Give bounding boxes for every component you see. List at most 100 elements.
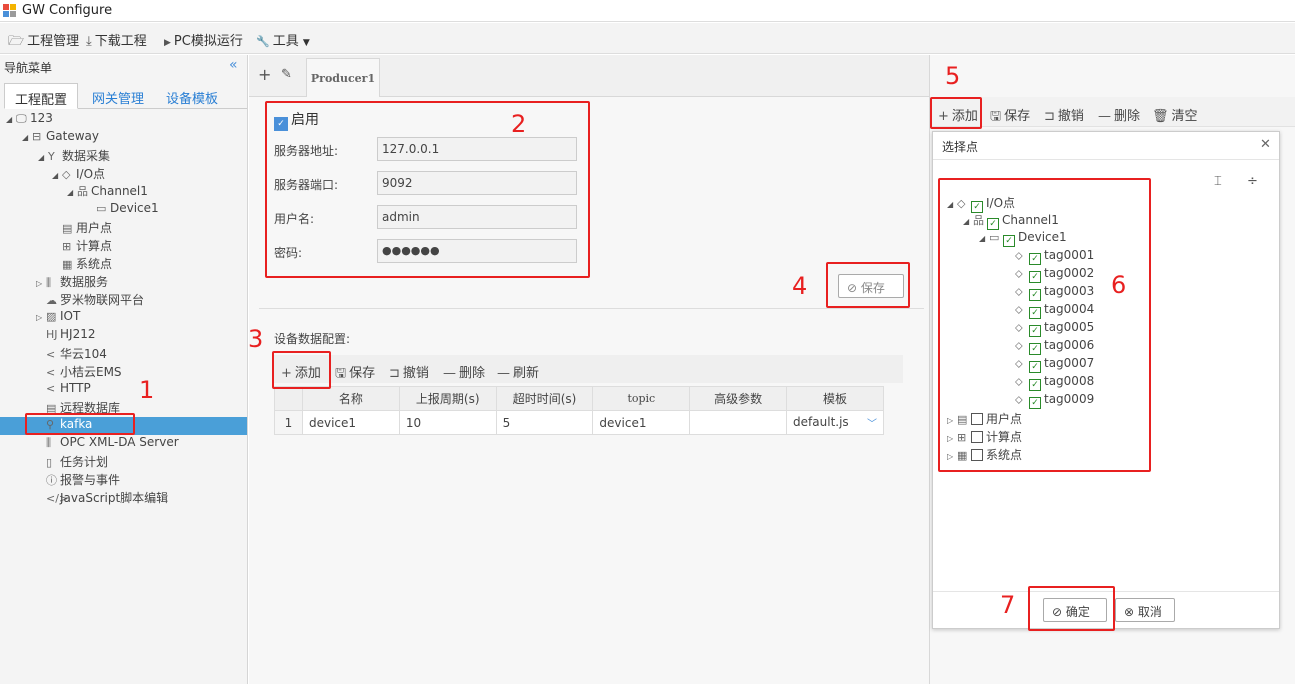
tree-expander-icon[interactable]: ▷ <box>36 313 46 322</box>
tree-node[interactable]: HJ HJ212 <box>36 327 95 345</box>
add-tab-icon[interactable]: + <box>258 65 271 84</box>
tree-node[interactable]: ▦ 系统点 <box>52 255 112 273</box>
collapse-sidebar-icon[interactable]: « <box>229 57 238 73</box>
tree-node[interactable]: ◢ ◇ I/O点 <box>52 165 105 183</box>
table-cell[interactable]: device1 <box>301 410 400 435</box>
tab-producer1[interactable]: Producer1 <box>306 58 380 97</box>
tree-expander-icon[interactable]: ▷ <box>36 279 46 288</box>
column-header[interactable]: 超时时间(s) <box>495 386 594 411</box>
tree-node[interactable]: ◢ 品 Channel1 <box>67 183 148 201</box>
tab-device-templates[interactable]: 设备模板 <box>156 83 228 109</box>
sidebar: 导航菜单 « 工程配置 网关管理 设备模板 ◢ 🖵 123 ◢ ⊟ Gateway ◢ Y 数据… <box>0 55 248 684</box>
table-row[interactable]: 1 device1 10 5 device1 default.js ﹀ <box>274 410 884 435</box>
delete-device-button[interactable]: — 删除 <box>443 362 485 381</box>
save-device-button[interactable]: 🖫 保存 <box>335 362 375 386</box>
device-config-title: 设备数据配置: <box>274 332 351 346</box>
annotation-box-1 <box>25 413 135 435</box>
tree-node-label: Gateway <box>46 129 100 143</box>
tree-node[interactable]: ▤ 用户点 <box>52 219 112 237</box>
table-header-row: 名称 上报周期(s) 超时时间(s) topic 高级参数 模板 <box>274 386 884 411</box>
menu-pc-simulation[interactable]: ▶ PC模拟运行 <box>164 30 243 49</box>
tree-node-label: 罗米物联网平台 <box>60 293 145 307</box>
table-cell[interactable] <box>689 410 788 435</box>
sidebar-header: 导航菜单 <box>4 61 53 75</box>
annotation-number-2: 2 <box>511 110 527 138</box>
save-point-button[interactable]: 🖫 保存 <box>990 105 1030 129</box>
tree-node[interactable]: < 小桔云EMS <box>36 363 122 381</box>
column-header[interactable]: 高级参数 <box>689 386 788 411</box>
template-select[interactable]: default.js ﹀ <box>786 410 884 435</box>
annotation-box-5 <box>930 97 982 129</box>
expand-all-icon[interactable]: ⌶ <box>1214 174 1222 189</box>
tab-gateway-management[interactable]: 网关管理 <box>82 83 154 109</box>
tree-node[interactable]: ▯ 任务计划 <box>36 453 108 471</box>
tree-node[interactable]: ⊞ 计算点 <box>52 237 112 255</box>
tree-node-label: 任务计划 <box>60 455 109 469</box>
device-table: 名称 上报周期(s) 超时时间(s) topic 高级参数 模板 1 devic… <box>274 386 884 435</box>
annotation-box-7 <box>1028 586 1115 631</box>
tree-node[interactable]: ☁ 罗米物联网平台 <box>36 291 144 309</box>
annotation-box-3 <box>272 351 331 389</box>
tree-node-icon: ▦ <box>62 258 73 271</box>
tree-node-label: 华云104 <box>60 347 107 361</box>
save-icon: 🖫 <box>335 366 347 381</box>
app-logo-icon <box>3 4 16 17</box>
edit-tab-icon[interactable]: ✎ <box>281 67 292 82</box>
tree-node[interactable]: ◢ Y 数据采集 <box>38 147 110 165</box>
menu-project-management[interactable]: 🗁 工程管理 <box>8 30 79 54</box>
content-tab-bar: + ✎ Producer1 <box>249 55 929 97</box>
cancel-button[interactable]: ⊗ 取消 <box>1115 598 1175 622</box>
tree-node-icon: ▭ <box>96 202 107 215</box>
tree-node[interactable]: ▷ ⫼ 数据服务 <box>36 273 108 291</box>
dialog-header: 选择点 ✕ <box>933 132 1279 160</box>
tree-node-label: 小桔云EMS <box>60 365 122 379</box>
clear-points-button[interactable]: 🗑 清空 <box>1152 105 1198 124</box>
tree-node[interactable]: </>JavaScript脚本编辑 <box>36 489 168 507</box>
column-header[interactable]: 上报周期(s) <box>398 386 497 411</box>
tree-node-label: 数据采集 <box>62 149 111 163</box>
undo-point-button[interactable]: ⊐ 撤销 <box>1044 105 1084 124</box>
undo-icon: ⊐ <box>389 366 400 381</box>
sidebar-tabs: 工程配置 网关管理 设备模板 <box>4 83 247 109</box>
tree-node-label: OPC XML-DA Server <box>60 435 179 449</box>
close-icon[interactable]: ✕ <box>1260 137 1271 152</box>
tree-node-icon: Y <box>48 150 55 163</box>
column-header[interactable]: 名称 <box>301 386 400 411</box>
tree-node[interactable]: ◢ 🖵 123 <box>6 111 53 129</box>
tree-expander-icon[interactable]: ◢ <box>67 188 77 197</box>
table-cell[interactable]: device1 <box>592 410 691 435</box>
menu-tools[interactable]: 🔧 工具 ▼ <box>256 30 310 49</box>
tab-project-config[interactable]: 工程配置 <box>4 83 79 109</box>
collapse-all-icon[interactable]: ÷ <box>1247 174 1258 189</box>
tree-node[interactable]: ⓘ 报警与事件 <box>36 471 120 489</box>
undo-device-button[interactable]: ⊐ 撤销 <box>389 362 429 381</box>
column-header[interactable]: topic <box>592 386 691 411</box>
tree-expander-icon[interactable]: ◢ <box>22 133 32 142</box>
annotation-box-2 <box>265 101 590 278</box>
tree-node-icon: ⫼ <box>46 276 52 289</box>
tree-expander-icon[interactable]: ◢ <box>6 115 16 124</box>
table-cell[interactable]: 10 <box>398 410 497 435</box>
tree-node[interactable]: ◢ ⊟ Gateway <box>22 129 99 147</box>
tree-node[interactable]: < HTTP <box>36 381 91 399</box>
tree-node[interactable]: ⫼ OPC XML-DA Server <box>36 435 179 453</box>
column-header[interactable]: 模板 <box>786 386 884 411</box>
menu-download-project[interactable]: ⤓ 下载工程 <box>86 30 147 49</box>
delete-point-button[interactable]: — 删除 <box>1098 105 1140 124</box>
tree-node[interactable]: < 华云104 <box>36 345 107 363</box>
save-icon: 🖫 <box>990 109 1002 124</box>
table-cell[interactable]: 5 <box>495 410 594 435</box>
tree-node[interactable]: ▭ Device1 <box>86 201 159 219</box>
tree-expander-icon[interactable]: ◢ <box>38 153 48 162</box>
play-icon: ▶ <box>164 38 171 48</box>
tree-node-label: HJ212 <box>60 327 96 341</box>
tree-node-label: HTTP <box>60 381 91 395</box>
title-bar: GW Configure <box>0 0 1295 22</box>
tree-node-label: I/O点 <box>76 167 106 181</box>
annotation-box-6 <box>938 178 1151 472</box>
tree-node[interactable]: ▷ ▨ IOT <box>36 309 80 327</box>
tree-expander-icon[interactable]: ◢ <box>52 171 62 180</box>
download-icon: ⤓ <box>86 34 92 49</box>
tree-node-label: IOT <box>60 309 81 323</box>
refresh-device-button[interactable]: — 刷新 <box>497 362 539 381</box>
